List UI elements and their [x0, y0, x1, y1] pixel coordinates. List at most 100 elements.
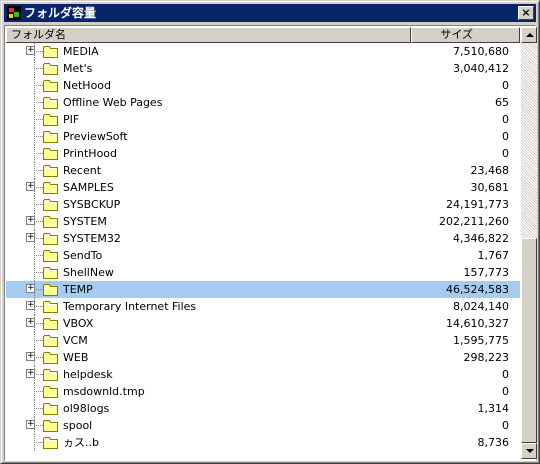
folder-row[interactable]: + helpdesk 0 [6, 366, 520, 383]
folder-row[interactable]: + WEB 298,223 [6, 349, 520, 366]
folder-row[interactable]: + SAMPLES 30,681 [6, 179, 520, 196]
column-header-folder-name[interactable]: フォルダ名 [6, 27, 411, 43]
folder-size: 0 [502, 130, 509, 143]
folder-rows: + MEDIA 7,510,680 Met's 3,040,412 NetHood 0 Off… [6, 43, 520, 459]
scroll-down-button[interactable] [521, 443, 537, 459]
folder-icon [43, 233, 58, 245]
folder-name: VCM [63, 334, 88, 347]
tree-branch-line [34, 408, 43, 409]
folder-row[interactable]: + VBOX 14,610,327 [6, 315, 520, 332]
tree-branch-line [34, 255, 43, 256]
tree-branch-line [34, 85, 43, 86]
tree-branch-line [34, 238, 43, 239]
folder-row[interactable]: PIF 0 [6, 111, 520, 128]
folder-row[interactable]: + spool 0 [6, 417, 520, 434]
folder-size: 157,773 [463, 266, 510, 279]
plus-box-icon[interactable]: + [26, 301, 35, 310]
folder-row[interactable]: ヵス..b 8,736 [6, 434, 520, 451]
folder-row[interactable]: Met's 3,040,412 [6, 60, 520, 77]
plus-box-icon[interactable]: + [26, 233, 35, 242]
folder-row[interactable]: + Temporary Internet Files 8,024,140 [6, 298, 520, 315]
folder-row[interactable]: SendTo 1,767 [6, 247, 520, 264]
folder-name: Temporary Internet Files [63, 300, 197, 313]
folder-row[interactable]: NetHood 0 [6, 77, 520, 94]
folder-name: Met's [63, 62, 93, 75]
arrow-down-icon [526, 449, 534, 453]
folder-size: 0 [502, 147, 509, 160]
folder-size: 3,040,412 [453, 62, 509, 75]
plus-box-icon[interactable]: + [26, 216, 35, 225]
tree-branch-line [34, 289, 43, 290]
folder-name: SYSTEM [63, 215, 107, 228]
folder-row[interactable]: PreviewSoft 0 [6, 128, 520, 145]
folder-size: 298,223 [463, 351, 510, 364]
folder-row[interactable]: + SYSTEM32 4,346,822 [6, 230, 520, 247]
folder-size: 0 [502, 79, 509, 92]
folder-name: spool [63, 419, 93, 432]
scrollbar-thumb[interactable] [521, 238, 537, 443]
tree-branch-line [34, 170, 43, 171]
folder-icon [43, 369, 58, 381]
folder-size-window: フォルダ容量 × フォルダ名 サイズ + MEDIA 7,510,680 Met's 3… [0, 0, 540, 464]
folder-row[interactable]: + TEMP 46,524,583 [6, 281, 520, 298]
folder-size: 30,681 [470, 181, 510, 194]
plus-box-icon[interactable]: + [26, 420, 35, 429]
folder-icon [43, 301, 58, 313]
folder-icon [43, 182, 58, 194]
folder-name: NetHood [63, 79, 112, 92]
folder-icon [43, 97, 58, 109]
tree-branch-line [34, 442, 43, 443]
folder-size: 1,595,775 [453, 334, 509, 347]
tree-branch-line [34, 102, 43, 103]
folder-name: TEMP [63, 283, 93, 296]
folder-icon [43, 131, 58, 143]
folder-size: 0 [502, 113, 509, 126]
plus-box-icon[interactable]: + [26, 369, 35, 378]
folder-row[interactable]: VCM 1,595,775 [6, 332, 520, 349]
folder-icon [43, 199, 58, 211]
plus-box-icon[interactable]: + [26, 352, 35, 361]
vertical-scrollbar[interactable] [521, 27, 537, 459]
folder-row[interactable]: PrintHood 0 [6, 145, 520, 162]
folder-name: SAMPLES [63, 181, 114, 194]
title-bar[interactable]: フォルダ容量 × [4, 4, 536, 22]
folder-size: 1,314 [477, 402, 510, 415]
folder-row[interactable]: + SYSTEM 202,211,260 [6, 213, 520, 230]
tree-branch-line [34, 391, 43, 392]
folder-name: ol98logs [63, 402, 110, 415]
folder-name: WEB [63, 351, 89, 364]
folder-size: 0 [502, 385, 509, 398]
folder-icon [43, 148, 58, 160]
folder-row[interactable]: Recent 23,468 [6, 162, 520, 179]
folder-row[interactable]: + MEDIA 7,510,680 [6, 43, 520, 60]
folder-name: PreviewSoft [63, 130, 128, 143]
plus-box-icon[interactable]: + [26, 284, 35, 293]
folder-size: 46,524,583 [446, 283, 509, 296]
folder-icon [43, 46, 58, 58]
tree-branch-line [34, 374, 43, 375]
folder-icon [43, 114, 58, 126]
column-header-size[interactable]: サイズ [411, 27, 520, 43]
plus-box-icon[interactable]: + [26, 318, 35, 327]
tree-branch-line [34, 357, 43, 358]
tree-branch-line [34, 306, 43, 307]
folder-icon [43, 420, 58, 432]
plus-box-icon[interactable]: + [26, 46, 35, 55]
folder-size: 0 [502, 419, 509, 432]
folder-icon [43, 403, 58, 415]
folder-row[interactable]: msdownld.tmp 0 [6, 383, 520, 400]
plus-box-icon[interactable]: + [26, 182, 35, 191]
close-button[interactable]: × [518, 6, 534, 20]
list-header: フォルダ名 サイズ [6, 27, 520, 43]
tree-branch-line [34, 187, 43, 188]
folder-size: 65 [495, 96, 509, 109]
folder-size: 14,610,327 [446, 317, 509, 330]
folder-name: msdownld.tmp [63, 385, 145, 398]
folder-size: 1,767 [477, 249, 510, 262]
folder-row[interactable]: ShellNew 157,773 [6, 264, 520, 281]
folder-row[interactable]: SYSBCKUP 24,191,773 [6, 196, 520, 213]
folder-row[interactable]: ol98logs 1,314 [6, 400, 520, 417]
folder-name: ヵス..b [63, 436, 99, 449]
folder-row[interactable]: Offline Web Pages 65 [6, 94, 520, 111]
scroll-up-button[interactable] [521, 27, 537, 43]
